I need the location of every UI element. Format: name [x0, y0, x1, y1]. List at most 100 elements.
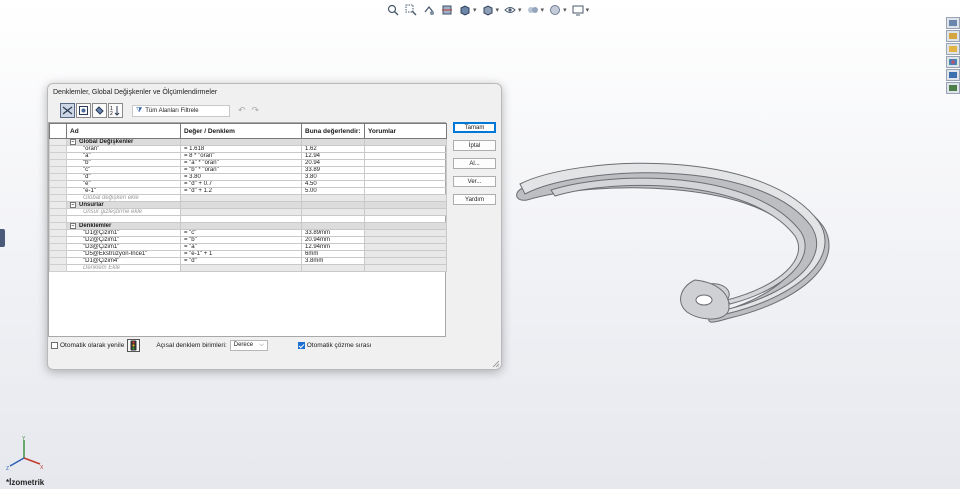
var-comment[interactable] [364, 180, 447, 188]
var-comment[interactable] [364, 187, 447, 195]
var-comment[interactable] [364, 152, 447, 160]
column-value-equation[interactable]: Değer / Denklem [180, 123, 302, 139]
eq-value[interactable]: = "b" [180, 236, 302, 244]
design-library-icon[interactable] [946, 30, 960, 42]
auto-solve-order-checkbox[interactable] [297, 341, 305, 349]
dimension-view-button[interactable] [92, 103, 107, 118]
var-name[interactable]: "b" [66, 159, 181, 167]
add-feature-suppression-row[interactable]: Unsur gizleştirme ekle [49, 208, 447, 216]
chevron-down-icon[interactable]: ▾ [563, 6, 567, 14]
var-name[interactable]: "c" [66, 166, 181, 174]
section-global-variables[interactable]: − Global Değişkenler [49, 138, 447, 146]
eq-comment[interactable] [364, 236, 447, 244]
var-value[interactable]: = 8 * "oran" [180, 152, 302, 160]
part-model[interactable] [505, 140, 850, 340]
eq-name[interactable]: "D1@Çizim1" [66, 229, 181, 237]
table-row[interactable]: "e" = "d" + 0.7 4.50 [49, 180, 447, 188]
eq-comment[interactable] [364, 257, 447, 265]
undo-icon[interactable]: ↶ [238, 105, 246, 116]
var-value[interactable]: = 1.618 [180, 145, 302, 153]
eq-comment[interactable] [364, 243, 447, 251]
var-value[interactable]: = "b" * "oran" [180, 166, 302, 174]
equation-view-button[interactable] [60, 103, 75, 118]
var-name[interactable]: "e-1" [66, 187, 181, 195]
zoom-to-fit-icon[interactable] [386, 3, 400, 17]
collapse-icon[interactable]: − [70, 202, 76, 208]
appearances-icon[interactable] [946, 56, 960, 68]
previous-view-icon[interactable] [422, 3, 436, 17]
eq-value[interactable]: = "d" [180, 257, 302, 265]
eq-comment[interactable] [364, 229, 447, 237]
resources-icon[interactable] [946, 17, 960, 29]
apply-scene-icon[interactable] [548, 3, 562, 17]
var-value[interactable]: = "d" + 0.7 [180, 180, 302, 188]
add-global-variable-row[interactable]: Global değişken ekle [49, 194, 447, 202]
edit-appearance-icon[interactable] [526, 3, 540, 17]
resize-grip-icon[interactable] [492, 360, 500, 368]
display-style-icon[interactable] [481, 3, 495, 17]
view-orientation-icon[interactable] [458, 3, 472, 17]
var-comment[interactable] [364, 173, 447, 181]
table-row[interactable]: "a" = 8 * "oran" 12.94 [49, 152, 447, 160]
eq-name[interactable]: "D2@Çizim1" [66, 236, 181, 244]
redo-icon[interactable]: ↷ [252, 105, 260, 116]
auto-rebuild-checkbox[interactable] [51, 341, 58, 349]
var-comment[interactable] [364, 145, 447, 153]
var-name[interactable]: "oran" [66, 145, 181, 153]
collapse-icon[interactable]: − [70, 223, 76, 229]
var-name[interactable]: "d" [66, 173, 181, 181]
help-button[interactable]: Yardım [453, 194, 496, 205]
table-row[interactable]: "oran" = 1.618 1.62 [49, 145, 447, 153]
section-view-icon[interactable] [440, 3, 454, 17]
eq-name[interactable]: "D3@Çizim1" [66, 243, 181, 251]
table-row[interactable]: "D1@Çizim1" = "c" 33.89mm [49, 229, 447, 237]
var-comment[interactable] [364, 166, 447, 174]
view-settings-icon[interactable] [571, 3, 585, 17]
file-explorer-icon[interactable] [946, 43, 960, 55]
zoom-to-area-icon[interactable] [404, 3, 418, 17]
cancel-button[interactable]: İptal [453, 140, 496, 151]
table-row[interactable]: "D2@Çizim1" = "b" 20.94mm [49, 236, 447, 244]
ordered-view-button[interactable]: 12 [108, 103, 123, 118]
add-equation-row[interactable]: Denklem Ekle [49, 264, 447, 272]
table-row[interactable]: "D1@Çizim4" = "d" 3.8mm [49, 257, 447, 265]
column-evaluates-to[interactable]: Buna değerlendir: [301, 123, 365, 139]
var-name[interactable]: "a" [66, 152, 181, 160]
eq-name[interactable]: "D1@Çizim4" [66, 257, 181, 265]
section-features[interactable]: − Unsurlar [49, 201, 447, 209]
eq-value[interactable]: = "c" [180, 229, 302, 237]
angle-units-select[interactable]: Derece ⌵ [229, 339, 268, 351]
rebuild-traffic-light-button[interactable] [127, 338, 141, 352]
chevron-down-icon[interactable]: ▾ [496, 6, 500, 14]
section-equations[interactable]: − Denklemler [49, 222, 447, 230]
collapse-icon[interactable]: − [70, 139, 76, 145]
chevron-down-icon[interactable]: ▾ [518, 6, 522, 14]
add-feature-suppression-label[interactable]: Unsur gizleştirme ekle [66, 208, 181, 216]
var-comment[interactable] [364, 159, 447, 167]
feature-manager-toggle[interactable] [0, 229, 5, 247]
eq-value[interactable]: = "a" [180, 243, 302, 251]
column-comments[interactable]: Yorumlar [364, 123, 447, 139]
filter-all-fields[interactable]: ⧩ Tüm Alanları Filtrele [132, 104, 230, 117]
chevron-down-icon[interactable]: ▾ [541, 6, 545, 14]
table-row[interactable]: "e-1" = "d" + 1.2 5.00 [49, 187, 447, 195]
var-value[interactable]: = "d" + 1.2 [180, 187, 302, 195]
ok-button[interactable]: Tamam [453, 122, 496, 133]
import-button[interactable]: Al... [453, 158, 496, 169]
export-button[interactable]: Ver... [453, 176, 496, 187]
eq-value[interactable]: = "e-1" + 1 [180, 250, 302, 258]
var-name[interactable]: "e" [66, 180, 181, 188]
hide-show-icon[interactable] [503, 3, 517, 17]
solidworks-forum-icon[interactable] [946, 82, 960, 94]
table-row[interactable]: "D3@Çizim1" = "a" 12.94mm [49, 243, 447, 251]
chevron-down-icon[interactable]: ▾ [473, 6, 477, 14]
add-equation-label[interactable]: Denklem Ekle [66, 264, 181, 272]
eq-name[interactable]: "D5@Ekstrüzyon-İnce1" [66, 250, 181, 258]
table-row[interactable]: "d" = 3.80 3.80 [49, 173, 447, 181]
eq-comment[interactable] [364, 250, 447, 258]
table-row[interactable]: "c" = "b" * "oran" 33.89 [49, 166, 447, 174]
chevron-down-icon[interactable]: ▾ [586, 6, 590, 14]
var-value[interactable]: = "a" * "oran" [180, 159, 302, 167]
var-value[interactable]: = 3.80 [180, 173, 302, 181]
sketch-equation-view-button[interactable] [76, 103, 91, 118]
